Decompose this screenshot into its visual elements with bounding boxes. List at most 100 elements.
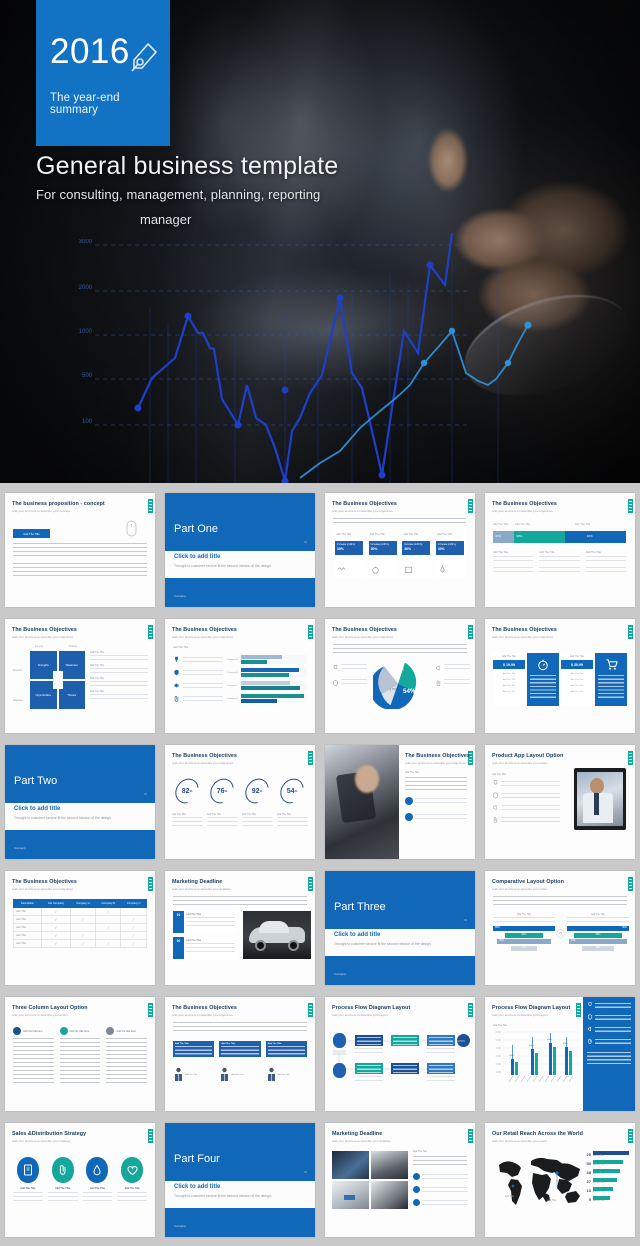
column-notes: Add The Title Add The Title Add The Titl… — [493, 551, 626, 574]
hero-line-chart: 3000 2000 1000 500 100 — [79, 232, 532, 483]
donut-label: Add The Title — [277, 813, 292, 816]
flow-node[interactable] — [427, 1035, 455, 1046]
flow-node[interactable] — [355, 1035, 383, 1046]
slide-cell[interactable]: The Business Objectives Add your text he… — [0, 613, 160, 739]
meeting-photo — [370, 1180, 408, 1209]
plan-price: $ 19.99 — [493, 660, 525, 669]
icon-item[interactable]: Add The Title — [13, 1157, 43, 1201]
slide-cell[interactable]: Sales &Distribution Strategy Add your te… — [0, 1117, 160, 1243]
person: Add the Title — [173, 1067, 214, 1083]
slide-cell[interactable]: Part Four 04 Click to add title Thought … — [160, 1117, 320, 1243]
slide-thumb-13[interactable]: The Business Objectives Add your text he… — [5, 871, 155, 985]
slide-cell[interactable]: Marketing Deadline Add your text here to… — [160, 865, 320, 991]
slide-thumb-6[interactable]: The Business Objectives Add your text he… — [165, 619, 315, 733]
stat-card[interactable]: Add The Title Increase profit by 30% — [400, 530, 433, 578]
slide-thumb-19[interactable]: Process Flow Diagram Layout Add your tex… — [325, 997, 475, 1111]
slide-thumb-10[interactable]: The Business Objectives Add your text he… — [165, 745, 315, 859]
start-label — [333, 1050, 346, 1055]
slide-cell[interactable]: Part Three 03 Click to add title Thought… — [320, 865, 480, 991]
flow-node[interactable] — [355, 1063, 383, 1074]
stat-value: 50 — [586, 1160, 591, 1166]
slide-cell[interactable]: Three Column Layout Option Add your text… — [0, 991, 160, 1117]
stat-card[interactable]: Add The Title Increase profit by 30% — [333, 530, 366, 578]
flow-node[interactable] — [391, 1063, 419, 1074]
slide-cell[interactable]: Process Flow Diagram Layout Add your tex… — [320, 991, 480, 1117]
svg-text:1000: 1000 — [496, 1071, 502, 1074]
stat-card[interactable]: Add The Title Increase profit by 30% — [366, 530, 399, 578]
slide-cell[interactable]: Process Flow Diagram Layout Add your tex… — [480, 991, 640, 1117]
icon-item[interactable]: Add The Title — [47, 1157, 78, 1201]
slide-cell[interactable]: The Business Objectives Add your text he… — [320, 487, 480, 613]
callout-box[interactable]: Add The Title — [219, 1041, 261, 1057]
slide-thumb-5[interactable]: The Business Objectives Add your text he… — [5, 619, 155, 733]
slide-thumb-15[interactable]: Part Three 03 Click to add title Thought… — [325, 871, 475, 985]
icon-label: Add The Title — [20, 1187, 36, 1190]
slide-thumb-4[interactable]: The Business Objectives Add your text he… — [485, 493, 635, 607]
icon-item[interactable]: Add The Title — [117, 1157, 147, 1201]
number-badge — [413, 1173, 420, 1180]
slide-cell[interactable]: The Business Objectives Add your text he… — [320, 613, 480, 739]
slide-title: The Business Objectives — [332, 627, 397, 633]
bullet-item — [405, 797, 467, 805]
axis-label-negative: Negative — [13, 699, 23, 702]
pricing-plan[interactable]: Add The Title $ 19.99 Add The Title Add … — [493, 653, 525, 706]
feature: Add The Title — [570, 691, 584, 693]
flow-node[interactable] — [391, 1035, 419, 1046]
slide-cell[interactable]: Part Two 02 Click to add title Thought t… — [0, 739, 160, 865]
slide-title: The Business Objectives — [332, 501, 397, 507]
slide-cell[interactable]: The Business Objectives Add your text he… — [480, 487, 640, 613]
slide-title: Sales &Distribution Strategy — [12, 1131, 87, 1137]
slide-cell[interactable]: Product App Layout Option Add your text … — [480, 739, 640, 865]
slide-cell[interactable]: Marketing Deadline Add your text here to… — [320, 1117, 480, 1243]
badge-year: 2016 — [50, 32, 130, 71]
slide-thumb-18[interactable]: The Business Objectives Add your text he… — [165, 997, 315, 1111]
slide-thumb-23[interactable]: Marketing Deadline Add your text here to… — [325, 1123, 475, 1237]
donut-row: 82% 76% 92% 54% — [170, 774, 309, 808]
slide-title: The Business Objectives — [12, 627, 77, 633]
intro-text — [333, 518, 466, 524]
slide-cell[interactable]: The Business Objectives Add your text he… — [480, 613, 640, 739]
slide-thumb-16[interactable]: Comparative Layout Option Add your text … — [485, 871, 635, 985]
slide-thumb-11[interactable]: The Business Objectives Add your text he… — [325, 745, 475, 859]
pricing-plan-featured[interactable] — [595, 653, 627, 706]
callout-box[interactable]: Add The Title — [173, 1041, 215, 1057]
slide-cell[interactable]: The Business Objectives Add your text he… — [320, 739, 480, 865]
slide-thumb-20[interactable]: Process Flow Diagram Layout Add your tex… — [485, 997, 635, 1111]
slide-thumb-17[interactable]: Three Column Layout Option Add your text… — [5, 997, 155, 1111]
bar-label: Category C — [227, 684, 239, 687]
pricing-plan-featured[interactable] — [527, 653, 559, 706]
slide-cell[interactable]: Comparative Layout Option Add your text … — [480, 865, 640, 991]
slide-cell[interactable]: The Business Objectives Add your text he… — [160, 739, 320, 865]
svg-text:4000: 4000 — [496, 1047, 502, 1050]
slide-thumb-12[interactable]: Product App Layout Option Add your text … — [485, 745, 635, 859]
donut-stat: 82% — [170, 774, 204, 808]
slide-subtitle: Add your text here to describe your obje… — [405, 761, 466, 765]
pricing-plan[interactable]: Add The Title $ 30.99 Add The Title Add … — [561, 653, 593, 706]
slide-cell[interactable]: Our Retail Reach Across the World Add yo… — [480, 1117, 640, 1243]
slide-cell[interactable]: The Business Objectives Add your text he… — [0, 865, 160, 991]
slide-thumb-24[interactable]: Our Retail Reach Across the World Add yo… — [485, 1123, 635, 1237]
slide-thumb-22[interactable]: Part Four 04 Click to add title Thought … — [165, 1123, 315, 1237]
person: Add the Title — [266, 1067, 307, 1083]
slide-thumb-21[interactable]: Sales &Distribution Strategy Add your te… — [5, 1123, 155, 1237]
stat-card[interactable]: Add The Title Increase profit by 30% — [433, 530, 466, 578]
column-label: Add the title here — [69, 1029, 90, 1033]
slide-thumb-7[interactable]: The Business Objectives Add your text he… — [325, 619, 475, 733]
slide-cell[interactable]: The Business Objectives Add your text he… — [160, 613, 320, 739]
flow-node[interactable] — [427, 1063, 455, 1074]
slide-thumb-1[interactable]: The business proposition - concept Add y… — [5, 493, 155, 607]
callout-box[interactable]: Add The Title — [265, 1041, 307, 1057]
slide-thumb-9[interactable]: Part Two 02 Click to add title Thought t… — [5, 745, 155, 859]
slide-thumb-14[interactable]: Marketing Deadline Add your text here to… — [165, 871, 315, 985]
plan-header: Add The Title — [569, 655, 585, 658]
add-title-button[interactable]: Add The Title — [13, 529, 50, 538]
icon-item[interactable]: Add The Title — [82, 1157, 113, 1201]
donut-label: Add The Title — [242, 813, 257, 816]
slide-cell[interactable]: The Business Objectives Add your text he… — [160, 991, 320, 1117]
slide-cell[interactable]: Part One 01 Click to add title Thought t… — [160, 487, 320, 613]
slide-thumb-2[interactable]: Part One 01 Click to add title Thought t… — [165, 493, 315, 607]
slide-thumb-8[interactable]: The Business Objectives Add your text he… — [485, 619, 635, 733]
divider-footer: Company — [174, 594, 186, 598]
slide-thumb-3[interactable]: The Business Objectives Add your text he… — [325, 493, 475, 607]
slide-cell[interactable]: The business proposition - concept Add y… — [0, 487, 160, 613]
